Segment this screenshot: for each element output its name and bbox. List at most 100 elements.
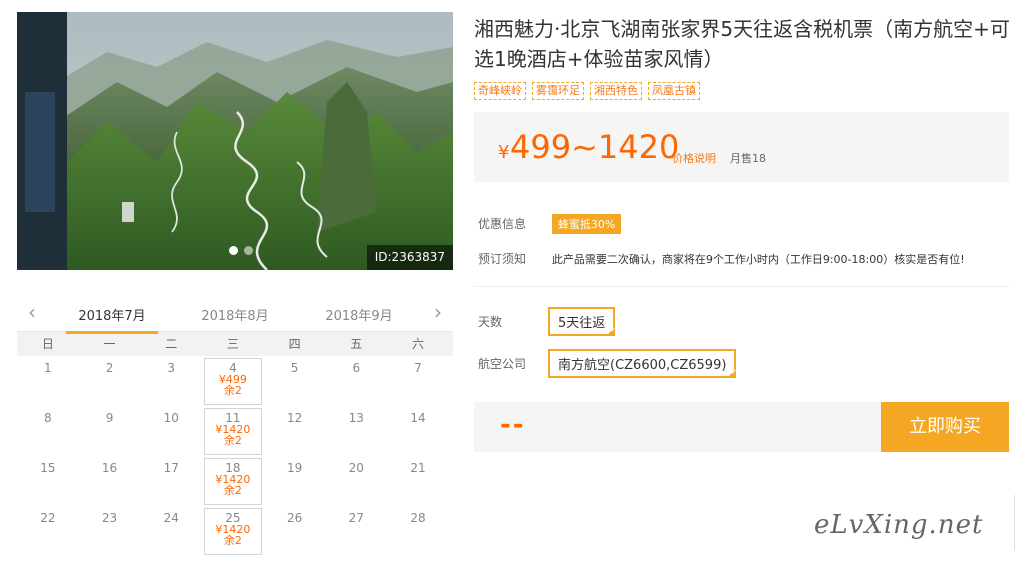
calendar-day: 12 bbox=[264, 406, 326, 456]
calendar-day: 24 bbox=[140, 506, 202, 556]
day-frame bbox=[204, 458, 262, 505]
calendar-week-row: 1 2 3 4 ¥499 余2 5 6 7 bbox=[17, 356, 453, 406]
calendar-day: 16 bbox=[79, 456, 141, 506]
calendar-day: 9 bbox=[79, 406, 141, 456]
promo-badge: 蜂蜜抵30% bbox=[551, 214, 622, 234]
calendar-day-available[interactable]: 11 ¥1420 余2 bbox=[202, 406, 264, 456]
next-month-chevron-icon[interactable]: › bbox=[427, 300, 449, 324]
airline-option-text: 南方航空(CZ6600,CZ6599) bbox=[558, 358, 727, 373]
calendar-day: 17 bbox=[140, 456, 202, 506]
calendar-day-available[interactable]: 18 ¥1420 余2 bbox=[202, 456, 264, 506]
purchase-bar: -- 立即购买 bbox=[474, 402, 1009, 452]
day-number: 27 bbox=[348, 511, 364, 525]
day-number: 17 bbox=[163, 461, 179, 475]
calendar-week-row: 8 9 10 11 ¥1420 余2 12 13 14 bbox=[17, 406, 453, 456]
calendar-day: 21 bbox=[387, 456, 449, 506]
price-panel: ¥ 499~1420 价格说明 月售18 bbox=[474, 112, 1009, 182]
calendar-day: 5 bbox=[264, 356, 326, 406]
carousel-dot[interactable] bbox=[244, 246, 253, 255]
product-photo[interactable]: ID:2363837 bbox=[17, 12, 453, 270]
calendar-day: 1 bbox=[17, 356, 79, 406]
day-frame bbox=[204, 358, 262, 405]
day-number: 13 bbox=[348, 411, 364, 425]
date-calendar: ‹ 2018年7月 2018年8月 2018年9月 › 日 一 二 三 四 五 … bbox=[17, 296, 453, 556]
days-label: 天数 bbox=[478, 315, 503, 329]
day-number: 28 bbox=[410, 511, 426, 525]
airline-option-row: 航空公司 南方航空(CZ6600,CZ6599) bbox=[478, 349, 737, 378]
monthly-sales: 月售18 bbox=[730, 152, 766, 165]
feature-tag: 湘西特色 bbox=[590, 82, 642, 100]
feature-tag: 雾霭环足 bbox=[532, 82, 584, 100]
divider bbox=[474, 286, 1009, 287]
notice-text: 此产品需要二次确认，商家将在9个工作小时内（工作日9:00-18:00）核实是否… bbox=[551, 253, 965, 266]
day-number: 22 bbox=[40, 511, 56, 525]
month-tab-august[interactable]: 2018年8月 bbox=[185, 305, 285, 324]
feature-tag: 凤凰古镇 bbox=[648, 82, 700, 100]
day-number: 23 bbox=[101, 511, 118, 525]
day-number: 26 bbox=[286, 511, 303, 525]
site-watermark: eLvXing.net bbox=[814, 510, 984, 540]
selected-check-icon bbox=[727, 368, 737, 378]
day-number: 12 bbox=[286, 411, 303, 425]
promo-row: 优惠信息 蜂蜜抵30% bbox=[478, 214, 622, 234]
month-tabs: ‹ 2018年7月 2018年8月 2018年9月 › bbox=[17, 296, 453, 334]
total-price: -- bbox=[500, 410, 526, 440]
currency-symbol: ¥ bbox=[498, 142, 510, 163]
notice-row: 预订须知 此产品需要二次确认，商家将在9个工作小时内（工作日9:00-18:00… bbox=[478, 250, 965, 267]
calendar-grid: 1 2 3 4 ¥499 余2 5 6 7 8 9 10 11 ¥1420 余2 12 13 14 15 16 17 18… bbox=[17, 356, 453, 556]
day-frame bbox=[204, 408, 262, 455]
calendar-day: 27 bbox=[325, 506, 387, 556]
calendar-day: 2 bbox=[79, 356, 141, 406]
carousel-dot[interactable] bbox=[229, 246, 238, 255]
calendar-day-available[interactable]: 25 ¥1420 余2 bbox=[202, 506, 264, 556]
calendar-day: 15 bbox=[17, 456, 79, 506]
prev-month-chevron-icon[interactable]: ‹ bbox=[21, 300, 43, 324]
day-number: 20 bbox=[348, 461, 364, 475]
day-number: 2 bbox=[105, 361, 114, 375]
calendar-day: 13 bbox=[325, 406, 387, 456]
weekday-header: 日 一 二 三 四 五 六 bbox=[17, 332, 453, 356]
product-title: 湘西魅力·北京飞湖南张家界5天往返含税机票（南方航空+可选1晚酒店+体验苗家风情… bbox=[474, 17, 1010, 71]
day-frame bbox=[204, 508, 262, 555]
feature-tag: 奇峰峡岭 bbox=[474, 82, 526, 100]
calendar-day: 8 bbox=[17, 406, 79, 456]
day-number: 1 bbox=[44, 361, 52, 375]
weekday-label: 二 bbox=[165, 337, 178, 351]
day-number: 15 bbox=[40, 461, 56, 475]
calendar-week-row: 15 16 17 18 ¥1420 余2 19 20 21 bbox=[17, 456, 453, 506]
calendar-week-row: 22 23 24 25 ¥1420 余2 26 27 28 bbox=[17, 506, 453, 556]
weekday-label: 四 bbox=[288, 337, 301, 351]
calendar-day: 14 bbox=[387, 406, 449, 456]
day-number: 5 bbox=[290, 361, 299, 375]
calendar-day: 22 bbox=[17, 506, 79, 556]
weekday-label: 五 bbox=[350, 337, 363, 351]
feature-tags: 奇峰峡岭 雾霭环足 湘西特色 凤凰古镇 bbox=[474, 82, 700, 100]
day-number: 8 bbox=[44, 411, 52, 425]
month-tab-september[interactable]: 2018年9月 bbox=[309, 305, 409, 324]
carousel-pager bbox=[229, 246, 253, 255]
day-number: 16 bbox=[101, 461, 118, 475]
notice-label: 预订须知 bbox=[478, 252, 527, 266]
weekday-label: 六 bbox=[411, 337, 424, 351]
divider bbox=[1014, 495, 1015, 550]
days-option-text: 5天往返 bbox=[558, 316, 606, 331]
day-number: 21 bbox=[410, 461, 426, 475]
day-number: 9 bbox=[105, 411, 114, 425]
airline-label: 航空公司 bbox=[478, 357, 527, 371]
calendar-day: 6 bbox=[325, 356, 387, 406]
buy-now-button[interactable]: 立即购买 bbox=[881, 402, 1009, 452]
mountain-landscape-image bbox=[17, 12, 453, 270]
price-range: 499~1420 bbox=[510, 128, 680, 166]
day-number: 10 bbox=[163, 411, 179, 425]
image-id-badge: ID:2363837 bbox=[366, 245, 453, 270]
price-explain-link[interactable]: 价格说明 bbox=[672, 150, 716, 166]
calendar-day: 23 bbox=[79, 506, 141, 556]
days-option-selected[interactable]: 5天往返 bbox=[548, 307, 616, 336]
calendar-day-available[interactable]: 4 ¥499 余2 bbox=[202, 356, 264, 406]
month-tab-july[interactable]: 2018年7月 bbox=[62, 305, 162, 334]
selected-check-icon bbox=[606, 326, 616, 336]
calendar-day: 3 bbox=[140, 356, 202, 406]
day-number: 3 bbox=[167, 361, 176, 375]
day-number: 24 bbox=[163, 511, 179, 525]
airline-option-selected[interactable]: 南方航空(CZ6600,CZ6599) bbox=[548, 349, 737, 378]
